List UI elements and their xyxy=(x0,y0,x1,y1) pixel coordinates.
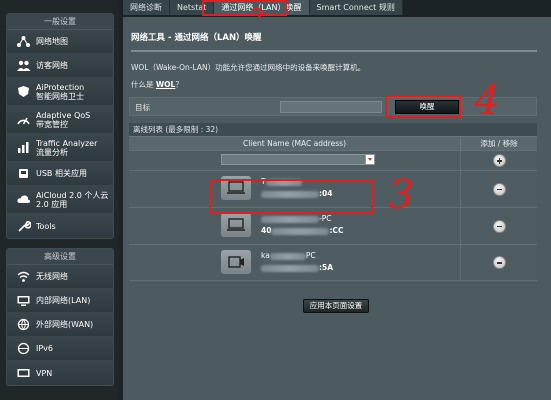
remove-client-button[interactable] xyxy=(492,256,506,269)
sidebar-item-traffic-analyzer[interactable]: Traffic Analyzer 流量分析 xyxy=(7,134,113,162)
sidebar-item-label: Adaptive QoS 带宽管控 xyxy=(36,110,91,129)
sidebar-item-label: 外部网络(WAN) xyxy=(36,320,94,329)
device-name-prefix: ka xyxy=(261,251,270,260)
sidebar-item-label: 网络地图 xyxy=(36,37,68,46)
vpn-icon xyxy=(15,366,31,380)
wol-help-link[interactable]: WOL xyxy=(156,80,175,89)
device-mac: 40 :CC xyxy=(261,226,343,235)
whatis-suffix: ？ xyxy=(175,80,183,89)
highlight-box-tab xyxy=(202,0,287,16)
title-divider xyxy=(131,50,537,52)
sidebar-item-network-map[interactable]: 网络地图 xyxy=(7,30,113,54)
remove-client-button[interactable] xyxy=(492,219,506,233)
table-row: ka PC :5A xyxy=(129,244,537,281)
sidebar-item-vpn[interactable]: VPN xyxy=(7,361,113,385)
table-title: 离线列表 (最多限制 : 32) xyxy=(129,123,537,136)
chevron-down-icon[interactable] xyxy=(365,155,374,164)
group-title-advanced: 高级设置 xyxy=(7,249,113,265)
column-client-name: Client Name (MAC address) xyxy=(129,137,461,150)
sidebar-item-label: USB 相关应用 xyxy=(36,169,87,178)
table-column-headers: Client Name (MAC address) 添加 / 移除 xyxy=(129,136,537,150)
remove-cell xyxy=(461,208,537,244)
add-client-row xyxy=(129,150,537,170)
add-cell xyxy=(461,151,537,170)
qos-icon xyxy=(15,113,31,127)
client-select-dropdown[interactable] xyxy=(221,154,375,165)
redacted-text xyxy=(271,227,330,235)
remove-client-button[interactable] xyxy=(492,182,506,196)
redacted-text xyxy=(261,215,319,223)
guest-network-icon xyxy=(15,59,31,73)
sidebar-item-wan[interactable]: 外部网络(WAN) xyxy=(7,313,113,337)
sidebar-item-label: AiCloud 2.0 个人云 2.0 应用 xyxy=(36,190,109,209)
sidebar-item-aicloud[interactable]: AiCloud 2.0 个人云 2.0 应用 xyxy=(7,186,113,214)
whatis-line: 什么是 WOL？ xyxy=(131,79,183,90)
remove-cell xyxy=(461,245,537,280)
sidebar-item-label: AiProtection 智能网络卫士 xyxy=(36,82,85,101)
page-title: 网络工具 - 通过网络（LAN）唤醒 xyxy=(131,33,262,43)
sidebar: 一般设置 网络地图 访客网络 AiProtection 智能网络卫士 Adapt… xyxy=(0,0,119,400)
sidebar-item-label: 无线网络 xyxy=(36,272,68,281)
media-device-icon xyxy=(221,250,251,274)
remove-cell xyxy=(461,171,537,207)
sidebar-item-wireless[interactable]: 无线网络 xyxy=(7,265,113,289)
device-mac: :5A xyxy=(261,263,333,272)
device-name: ka PC xyxy=(261,251,316,260)
target-mac-input[interactable] xyxy=(280,101,382,113)
tab-smart-connect[interactable]: Smart Connect 规则 xyxy=(309,0,403,15)
device-name-suffix: -PC xyxy=(319,214,332,223)
tab-network-diagnostics[interactable]: 网络诊断 xyxy=(123,0,170,15)
sidebar-item-label: 内部网络(LAN) xyxy=(36,296,91,305)
sidebar-item-label: IPv6 xyxy=(36,344,54,353)
network-map-icon xyxy=(15,35,31,49)
wireless-icon xyxy=(15,270,31,284)
device-cell[interactable]: ka PC :5A xyxy=(129,245,461,280)
sidebar-item-adaptive-qos[interactable]: Adaptive QoS 带宽管控 xyxy=(7,106,113,134)
add-client-button[interactable] xyxy=(492,154,506,167)
aicloud-icon xyxy=(15,193,31,207)
sidebar-item-label: Traffic Analyzer 流量分析 xyxy=(36,138,98,157)
device-mac-suffix: :5A xyxy=(319,263,334,272)
sidebar-item-usb[interactable]: USB 相关应用 xyxy=(7,162,113,186)
page-description: WOL（Wake-On-LAN）功能允许您通过网络中的设备来唤醒计算机。 xyxy=(131,63,366,72)
column-add-remove: 添加 / 移除 xyxy=(480,139,518,148)
target-label: 目标 xyxy=(135,103,150,112)
redacted-text xyxy=(261,264,319,272)
group-title-general: 一般设置 xyxy=(7,14,113,30)
sidebar-item-lan[interactable]: 内部网络(LAN) xyxy=(7,289,113,313)
annotation-3: 3 xyxy=(388,172,414,218)
traffic-analyzer-icon xyxy=(15,141,31,155)
sidebar-item-ipv6[interactable]: IPv6 xyxy=(7,337,113,361)
device-name: -PC xyxy=(261,214,331,223)
aiprotection-icon xyxy=(15,85,31,99)
whatis-prefix: 什么是 xyxy=(131,80,156,89)
sidebar-item-label: 访客网络 xyxy=(36,61,68,70)
tools-icon xyxy=(15,219,31,233)
highlight-box-wake xyxy=(385,95,461,117)
add-client-cell xyxy=(129,151,461,170)
wan-icon xyxy=(15,318,31,332)
annotation-4: 4 xyxy=(474,78,500,124)
sidebar-item-guest-network[interactable]: 访客网络 xyxy=(7,54,113,78)
device-mac-suffix: :CC xyxy=(329,226,344,235)
sidebar-item-aiprotection[interactable]: AiProtection 智能网络卫士 xyxy=(7,78,113,106)
ipv6-icon xyxy=(15,342,31,356)
apply-settings-button[interactable]: 应用本页面设置 xyxy=(303,299,369,313)
usb-icon xyxy=(15,167,31,181)
redacted-text xyxy=(269,252,306,260)
laptop-icon xyxy=(221,213,251,237)
advanced-settings-group: 高级设置 无线网络 内部网络(LAN) 外部网络(WAN) IPv6 VPN xyxy=(6,248,114,386)
device-mac-prefix: 40 xyxy=(261,226,272,235)
highlight-box-device xyxy=(209,179,373,214)
device-name-suffix: PC xyxy=(305,251,316,260)
general-settings-group: 一般设置 网络地图 访客网络 AiProtection 智能网络卫士 Adapt… xyxy=(6,13,114,239)
sidebar-item-label: Tools xyxy=(36,221,56,231)
lan-icon xyxy=(15,294,31,308)
sidebar-item-tools[interactable]: Tools xyxy=(7,214,113,238)
sidebar-item-label: VPN xyxy=(36,368,53,378)
